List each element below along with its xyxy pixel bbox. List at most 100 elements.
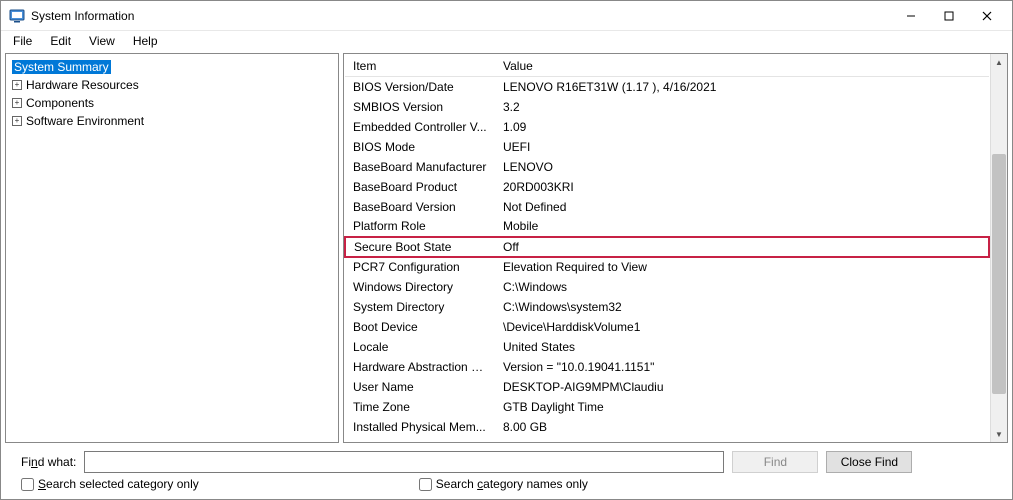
value-cell: \Device\HarddiskVolume1	[495, 317, 989, 337]
table-row[interactable]: Hardware Abstraction L...Version = "10.0…	[345, 357, 989, 377]
tree-item[interactable]: System Summary	[12, 58, 332, 76]
tree-item[interactable]: + Software Environment	[12, 112, 332, 130]
titlebar: System Information	[1, 1, 1012, 31]
item-cell: Hardware Abstraction L...	[345, 357, 495, 377]
value-cell: 20RD003KRI	[495, 177, 989, 197]
item-cell: BaseBoard Product	[345, 177, 495, 197]
search-category-names-label: Search category names only	[436, 477, 588, 491]
item-cell: BaseBoard Manufacturer	[345, 157, 495, 177]
table-row[interactable]: Boot Device\Device\HarddiskVolume1	[345, 317, 989, 337]
item-cell: Time Zone	[345, 397, 495, 417]
expand-icon[interactable]: +	[12, 80, 22, 90]
item-cell: Platform Role	[345, 217, 495, 237]
table-row[interactable]: System DirectoryC:\Windows\system32	[345, 297, 989, 317]
vertical-scrollbar[interactable]: ▲ ▼	[990, 54, 1007, 442]
tree-item[interactable]: + Hardware Resources	[12, 76, 332, 94]
value-cell: Elevation Required to View	[495, 257, 989, 277]
find-button[interactable]: Find	[732, 451, 818, 473]
item-cell: SMBIOS Version	[345, 97, 495, 117]
main-split: System Summary + Hardware Resources + Compon…	[5, 53, 1008, 443]
value-cell: 1.09	[495, 117, 989, 137]
close-find-button[interactable]: Close Find	[826, 451, 912, 473]
minimize-button[interactable]	[892, 2, 930, 30]
column-header-value[interactable]: Value	[495, 56, 989, 77]
expand-icon[interactable]: +	[12, 98, 22, 108]
category-tree[interactable]: System Summary + Hardware Resources + Compon…	[5, 53, 339, 443]
table-row[interactable]: BaseBoard VersionNot Defined	[345, 197, 989, 217]
window-title: System Information	[31, 9, 134, 23]
menu-file[interactable]: File	[5, 32, 40, 50]
value-cell: 8.00 GB	[495, 417, 989, 437]
table-row[interactable]: LocaleUnited States	[345, 337, 989, 357]
menubar: File Edit View Help	[1, 31, 1012, 51]
table-row[interactable]: Platform RoleMobile	[345, 217, 989, 237]
value-cell: DESKTOP-AIG9MPM\Claudiu	[495, 377, 989, 397]
table-row[interactable]: SMBIOS Version3.2	[345, 97, 989, 117]
table-row[interactable]: Secure Boot StateOff	[345, 237, 989, 257]
details-table: Item Value BIOS Version/DateLENOVO R16ET…	[344, 56, 990, 442]
value-cell: Not Defined	[495, 197, 989, 217]
table-row[interactable]: User NameDESKTOP-AIG9MPM\Claudiu	[345, 377, 989, 397]
value-cell: UEFI	[495, 137, 989, 157]
item-cell: User Name	[345, 377, 495, 397]
table-row[interactable]: Total Physical Memory7.81 GB	[345, 437, 989, 443]
item-cell: BIOS Version/Date	[345, 77, 495, 97]
scroll-up-icon[interactable]: ▲	[991, 54, 1007, 70]
menu-edit[interactable]: Edit	[42, 32, 79, 50]
table-row[interactable]: Installed Physical Mem...8.00 GB	[345, 417, 989, 437]
checkbox-icon[interactable]	[419, 478, 432, 491]
item-cell: BIOS Mode	[345, 137, 495, 157]
search-selected-category-checkbox[interactable]: Search selected category only	[21, 477, 199, 491]
value-cell: Off	[495, 237, 989, 257]
table-row[interactable]: PCR7 ConfigurationElevation Required to …	[345, 257, 989, 277]
table-row[interactable]: Time ZoneGTB Daylight Time	[345, 397, 989, 417]
system-info-icon	[9, 8, 25, 24]
maximize-button[interactable]	[930, 2, 968, 30]
value-cell: C:\Windows	[495, 277, 989, 297]
expand-icon[interactable]: +	[12, 116, 22, 126]
item-cell: Secure Boot State	[345, 237, 495, 257]
scroll-thumb[interactable]	[992, 154, 1006, 394]
tree-item[interactable]: + Components	[12, 94, 332, 112]
table-row[interactable]: BIOS Version/DateLENOVO R16ET31W (1.17 )…	[345, 77, 989, 97]
checkbox-icon[interactable]	[21, 478, 34, 491]
tree-item-label: Components	[26, 96, 94, 110]
table-row[interactable]: BaseBoard ManufacturerLENOVO	[345, 157, 989, 177]
value-cell: LENOVO R16ET31W (1.17 ), 4/16/2021	[495, 77, 989, 97]
search-selected-category-label: Search selected category only	[38, 477, 199, 491]
tree-item-label: Hardware Resources	[26, 78, 139, 92]
item-cell: PCR7 Configuration	[345, 257, 495, 277]
search-category-names-checkbox[interactable]: Search category names only	[419, 477, 588, 491]
find-input[interactable]	[84, 451, 724, 473]
find-options-row: Search selected category only Search cat…	[1, 475, 1012, 499]
table-row[interactable]: Embedded Controller V...1.09	[345, 117, 989, 137]
column-header-item[interactable]: Item	[345, 56, 495, 77]
scroll-down-icon[interactable]: ▼	[991, 426, 1007, 442]
item-cell: Boot Device	[345, 317, 495, 337]
item-cell: Locale	[345, 337, 495, 357]
item-cell: Total Physical Memory	[345, 437, 495, 443]
value-cell: United States	[495, 337, 989, 357]
tree-item-label: System Summary	[12, 60, 111, 74]
table-row[interactable]: Windows DirectoryC:\Windows	[345, 277, 989, 297]
find-label: Find what:	[21, 455, 76, 469]
table-row[interactable]: BaseBoard Product20RD003KRI	[345, 177, 989, 197]
item-cell: System Directory	[345, 297, 495, 317]
find-bar: Find what: Find Close Find	[1, 445, 1012, 475]
tree-item-label: Software Environment	[26, 114, 144, 128]
value-cell: C:\Windows\system32	[495, 297, 989, 317]
menu-view[interactable]: View	[81, 32, 123, 50]
close-button[interactable]	[968, 2, 1006, 30]
item-cell: Embedded Controller V...	[345, 117, 495, 137]
item-cell: BaseBoard Version	[345, 197, 495, 217]
menu-help[interactable]: Help	[125, 32, 166, 50]
value-cell: 3.2	[495, 97, 989, 117]
value-cell: Version = "10.0.19041.1151"	[495, 357, 989, 377]
value-cell: GTB Daylight Time	[495, 397, 989, 417]
value-cell: 7.81 GB	[495, 437, 989, 443]
item-cell: Installed Physical Mem...	[345, 417, 495, 437]
item-cell: Windows Directory	[345, 277, 495, 297]
table-row[interactable]: BIOS ModeUEFI	[345, 137, 989, 157]
details-panel: Item Value BIOS Version/DateLENOVO R16ET…	[343, 53, 1008, 443]
value-cell: LENOVO	[495, 157, 989, 177]
